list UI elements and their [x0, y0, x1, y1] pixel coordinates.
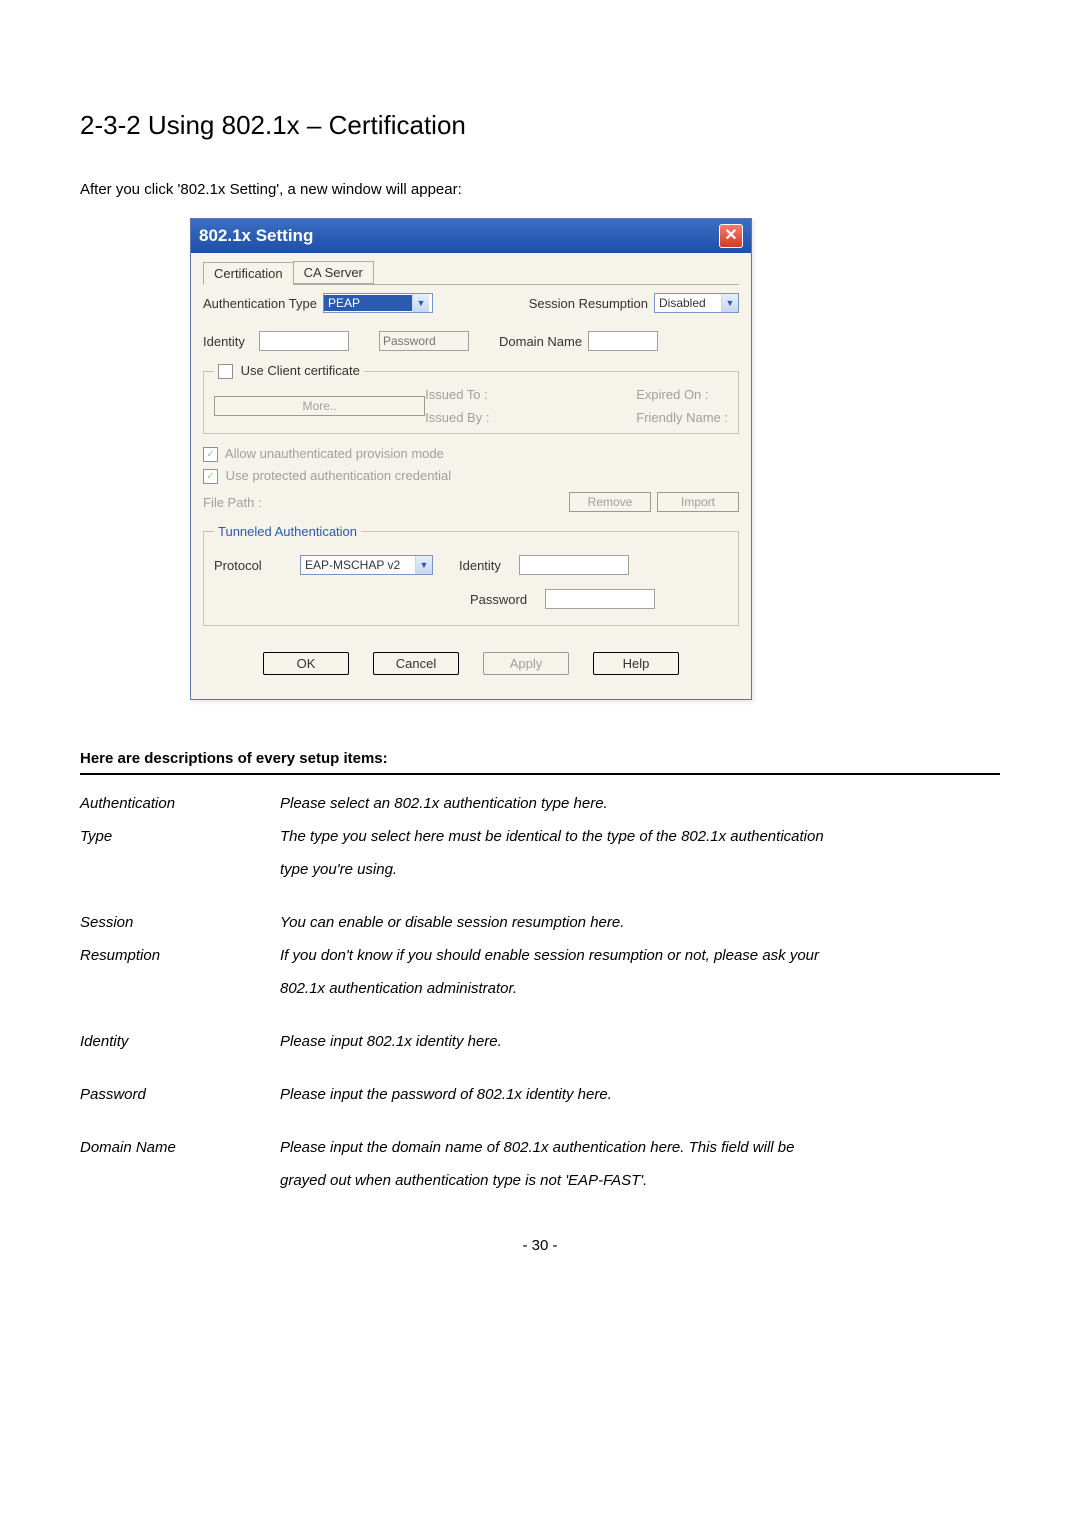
tunneled-password-label: Password	[470, 592, 527, 607]
tunneled-identity-label: Identity	[459, 558, 501, 573]
desc-text: Please input 802.1x identity here.	[280, 1025, 1000, 1058]
tunneled-legend: Tunneled Authentication	[214, 524, 361, 539]
protocol-value: EAP-MSCHAP v2	[301, 557, 415, 573]
allow-unauth-checkbox[interactable]: ✓	[203, 447, 218, 462]
tunneled-identity-input[interactable]	[519, 555, 629, 575]
auth-type-label: Authentication Type	[203, 296, 317, 311]
desc-row-session-resumption: Session Resumption You can enable or dis…	[80, 906, 1000, 1005]
client-cert-legend-text: Use Client certificate	[241, 363, 360, 378]
desc-text: The type you select here must be identic…	[280, 820, 1000, 853]
tab-certification[interactable]: Certification	[203, 262, 294, 285]
more-button[interactable]: More..	[214, 396, 425, 416]
client-cert-group: Use Client certificate Issued To : Expir…	[203, 363, 739, 434]
ok-button[interactable]: OK	[263, 652, 349, 675]
apply-button[interactable]: Apply	[483, 652, 569, 675]
term-text: Session	[80, 906, 280, 939]
identity-label: Identity	[203, 334, 253, 349]
term-text: Domain Name	[80, 1131, 280, 1164]
use-protected-checkbox[interactable]: ✓	[203, 469, 218, 484]
intro-text: After you click '802.1x Setting', a new …	[80, 181, 1000, 198]
friendly-name-label: Friendly Name :	[636, 410, 728, 425]
domain-name-label: Domain Name	[499, 334, 582, 349]
tab-ca-server[interactable]: CA Server	[293, 261, 374, 284]
term-text: Password	[80, 1078, 280, 1111]
dialog-screenshot: 802.1x Setting ✕ Certification CA Server…	[190, 218, 1000, 700]
descriptions-table: Authentication Type Please select an 802…	[80, 787, 1000, 1197]
client-cert-checkbox[interactable]	[218, 364, 233, 379]
term-text: Identity	[80, 1025, 280, 1058]
auth-type-value: PEAP	[324, 295, 412, 311]
help-button[interactable]: Help	[593, 652, 679, 675]
close-icon[interactable]: ✕	[719, 224, 743, 248]
desc-text: If you don't know if you should enable s…	[280, 939, 1000, 972]
page-number: - 30 -	[80, 1237, 1000, 1254]
chevron-down-icon: ▼	[415, 556, 432, 574]
issued-by-label: Issued By :	[425, 410, 636, 425]
file-path-label: File Path :	[203, 495, 262, 510]
cancel-button[interactable]: Cancel	[373, 652, 459, 675]
desc-text: 802.1x authentication administrator.	[280, 972, 1000, 1005]
term-text: Resumption	[80, 939, 280, 972]
password-input[interactable]	[379, 331, 469, 351]
desc-row-domain-name: Domain Name Please input the domain name…	[80, 1131, 1000, 1197]
domain-name-input[interactable]	[588, 331, 658, 351]
session-resumption-value: Disabled	[655, 295, 721, 311]
desc-text: Please select an 802.1x authentication t…	[280, 787, 1000, 820]
identity-input[interactable]	[259, 331, 349, 351]
desc-text: You can enable or disable session resump…	[280, 906, 1000, 939]
client-cert-legend: Use Client certificate	[214, 363, 364, 379]
tunneled-password-input[interactable]	[545, 589, 655, 609]
protocol-select[interactable]: EAP-MSCHAP v2 ▼	[300, 555, 433, 575]
dialog-titlebar: 802.1x Setting ✕	[191, 219, 751, 253]
protocol-label: Protocol	[214, 558, 294, 573]
desc-row-password: Password Please input the password of 80…	[80, 1078, 1000, 1111]
desc-text: grayed out when authentication type is n…	[280, 1164, 1000, 1197]
allow-unauth-label: Allow unauthenticated provision mode	[225, 446, 444, 461]
session-resumption-label: Session Resumption	[529, 296, 648, 311]
desc-text: Please input the domain name of 802.1x a…	[280, 1131, 1000, 1164]
section-heading: 2-3-2 Using 802.1x – Certification	[80, 110, 1000, 141]
descriptions-heading: Here are descriptions of every setup ite…	[80, 750, 1000, 767]
import-button[interactable]: Import	[657, 492, 739, 512]
chevron-down-icon: ▼	[412, 294, 429, 312]
remove-button[interactable]: Remove	[569, 492, 651, 512]
desc-row-identity: Identity Please input 802.1x identity he…	[80, 1025, 1000, 1058]
desc-text: type you're using.	[280, 853, 1000, 886]
tab-strip: Certification CA Server	[203, 261, 739, 285]
issued-to-label: Issued To :	[425, 387, 636, 402]
desc-text: Please input the password of 802.1x iden…	[280, 1078, 1000, 1111]
term-text: Type	[80, 820, 280, 853]
tunneled-auth-group: Tunneled Authentication Protocol EAP-MSC…	[203, 524, 739, 626]
settings-dialog: 802.1x Setting ✕ Certification CA Server…	[190, 218, 752, 700]
session-resumption-select[interactable]: Disabled ▼	[654, 293, 739, 313]
divider	[80, 773, 1000, 775]
dialog-title: 802.1x Setting	[199, 226, 313, 246]
expired-on-label: Expired On :	[636, 387, 728, 402]
term-text: Authentication	[80, 787, 280, 820]
auth-type-select[interactable]: PEAP ▼	[323, 293, 433, 313]
chevron-down-icon: ▼	[721, 294, 738, 312]
desc-row-auth-type: Authentication Type Please select an 802…	[80, 787, 1000, 886]
use-protected-label: Use protected authentication credential	[226, 468, 451, 483]
